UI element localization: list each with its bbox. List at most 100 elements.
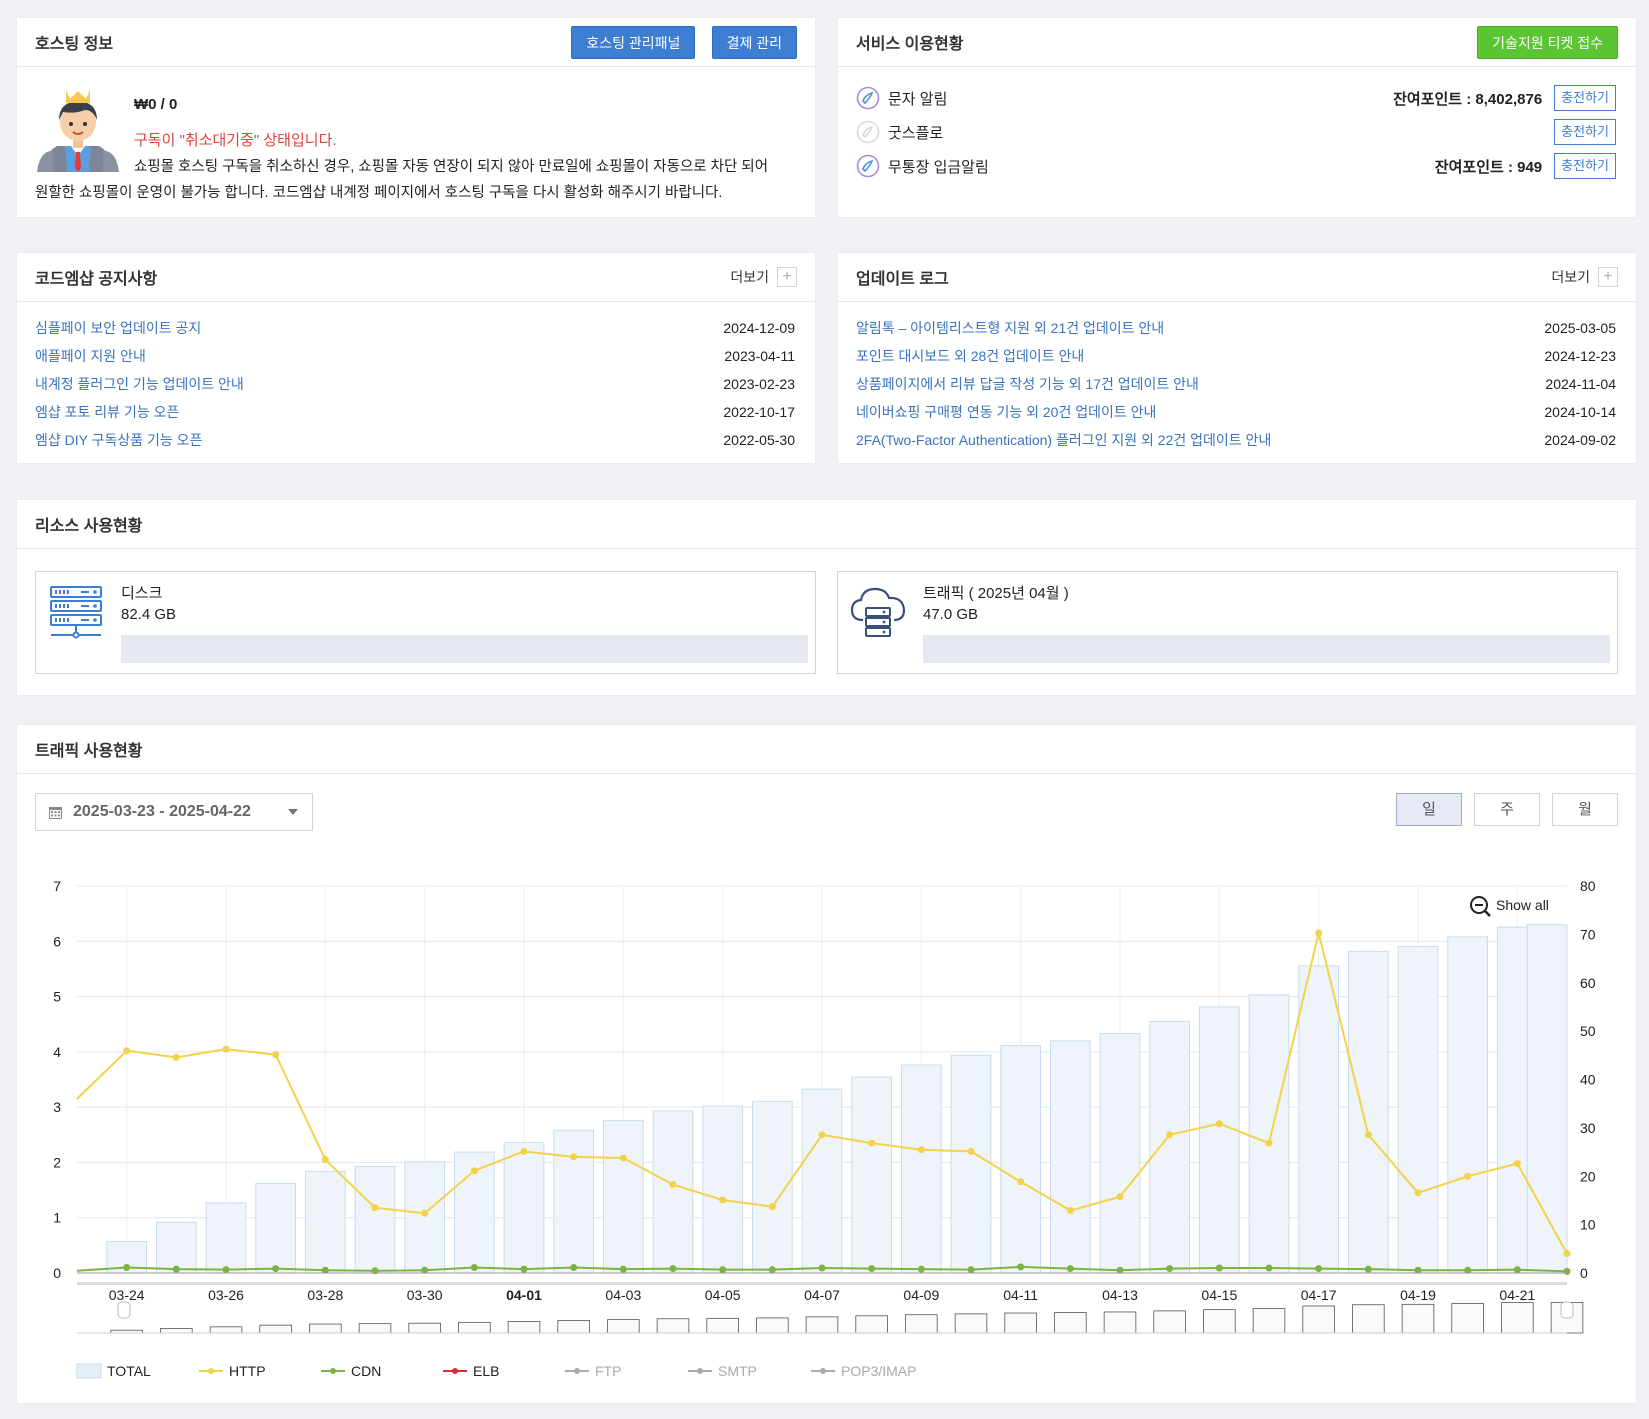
update-header: 업데이트 로그 더보기 +	[838, 253, 1636, 302]
charge-button[interactable]: 충전하기	[1554, 119, 1616, 145]
update-list: 알림톡 – 아이템리스트형 지원 외 21건 업데이트 안내 2025-03-05…	[856, 314, 1616, 454]
notice-more-button[interactable]: 더보기 +	[730, 267, 797, 287]
list-item: 상품페이지에서 리뷰 답글 작성 기능 외 17건 업데이트 안내 2024-11…	[856, 370, 1616, 398]
service-row-left: 굿스플로	[856, 120, 943, 144]
list-item: 포인트 대시보드 외 28건 업데이트 안내 2024-12-23	[856, 342, 1616, 370]
plus-icon: +	[777, 267, 797, 287]
resource-title: 리소스 사용현황	[35, 518, 143, 535]
list-item-date: 2023-04-11	[724, 348, 795, 364]
support-ticket-button[interactable]: 기술지원 티켓 접수	[1477, 25, 1618, 59]
list-item-date: 2024-10-14	[1544, 404, 1616, 420]
list-item-date: 2024-11-04	[1545, 376, 1616, 392]
service-row-right: 잔여포인트 : 949 충전하기	[1435, 153, 1616, 179]
deposit-alert-icon	[856, 154, 880, 178]
list-item: 엠샵 포토 리뷰 기능 오픈 2022-10-17	[35, 398, 795, 426]
list-item-link[interactable]: 네이버쇼핑 구매평 연동 기능 외 20건 업데이트 안내	[856, 402, 1156, 422]
traffic-title: 트래픽 사용현황	[35, 743, 143, 760]
sms-icon	[856, 86, 880, 110]
period-toggle: 일 주 월	[1384, 793, 1618, 826]
notice-more-label: 더보기	[730, 269, 769, 285]
server-icon	[50, 586, 102, 639]
period-month-button[interactable]: 월	[1552, 793, 1618, 826]
list-item: 내계정 플러그인 기능 업데이트 안내 2023-02-23	[35, 370, 795, 398]
service-row: 무통장 입금알림 잔여포인트 : 949 충전하기	[856, 149, 1616, 183]
caret-down-icon	[288, 809, 298, 815]
list-item: 엠샵 DIY 구독상품 기능 오픈 2022-05-30	[35, 426, 795, 454]
update-title: 업데이트 로그	[856, 271, 949, 288]
traffic-card: 트래픽 ( 2025년 04월 ) 47.0 GB	[837, 571, 1618, 674]
service-row-right: 충전하기	[1542, 119, 1616, 145]
disk-value: 82.4 GB	[121, 606, 177, 623]
list-item-link[interactable]: 애플페이 지원 안내	[35, 346, 146, 366]
disk-usage-bar	[121, 635, 808, 663]
service-points: 잔여포인트 : 8,402,876	[1393, 90, 1543, 108]
service-list: 문자 알림 잔여포인트 : 8,402,876 충전하기 굿스플로 충전하기 무통장 입금…	[856, 81, 1616, 183]
list-item-date: 2023-02-23	[723, 376, 795, 392]
list-item-date: 2024-12-09	[723, 320, 795, 336]
resource-header: 리소스 사용현황	[17, 500, 1636, 549]
date-range-picker[interactable]: 2025-03-23 - 2025-04-22	[35, 793, 313, 831]
list-item-date: 2022-10-17	[723, 404, 795, 420]
traffic-value: 47.0 GB	[923, 606, 979, 623]
date-range-text: 2025-03-23 - 2025-04-22	[73, 803, 251, 820]
traffic-usage-bar	[923, 635, 1610, 663]
disk-label: 디스크	[121, 585, 163, 602]
list-item-link[interactable]: 2FA(Two-Factor Authentication) 플러그인 지원 외…	[856, 430, 1271, 450]
resource-panel: 리소스 사용현황 디스크 82.4 GB 트래픽 (2025년 04월) 4…	[17, 500, 1636, 695]
notice-list: 심플페이 보안 업데이트 공지 2024-12-09 애플페이 지원 안내 2023-…	[35, 314, 795, 454]
hosting-balance: ₩0 / 0	[134, 96, 178, 113]
service-header: 서비스 이용현황 기술지원 티켓 접수	[838, 18, 1636, 67]
service-row: 문자 알림 잔여포인트 : 8,402,876 충전하기	[856, 81, 1616, 115]
traffic-header: 트래픽 사용현황	[17, 725, 1636, 774]
period-day-button[interactable]: 일	[1396, 793, 1462, 826]
list-item-date: 2024-12-23	[1544, 348, 1616, 364]
notice-panel: 코드엠샵 공지사항 더보기 + 심플페이 보안 업데이트 공지 2024-12-09…	[17, 253, 815, 463]
hosting-header: 호스팅 정보 호스팅 관리패널 결제 관리	[17, 18, 815, 67]
service-name: 굿스플로	[888, 124, 944, 142]
cloud-server-icon	[850, 587, 906, 637]
traffic-label: 트래픽 ( 2025년 04월 )	[923, 585, 1069, 602]
list-item-link[interactable]: 내계정 플러그인 기능 업데이트 안내	[35, 374, 244, 394]
payment-button[interactable]: 결제 관리	[711, 25, 797, 59]
list-item: 심플페이 보안 업데이트 공지 2024-12-09	[35, 314, 795, 342]
service-row-right: 잔여포인트 : 8,402,876 충전하기	[1393, 85, 1616, 111]
hosting-description-line1: 쇼핑몰 호스팅 구독을 취소하신 경우, 쇼핑몰 자동 연장이 되지 않아 만료…	[134, 159, 769, 175]
list-item-link[interactable]: 심플페이 보안 업데이트 공지	[35, 318, 201, 338]
service-title: 서비스 이용현황	[856, 36, 964, 53]
hosting-description-line2: 원할한 쇼핑몰이 운영이 불가능 합니다. 코드엠샵 내계정 페이지에서 호스팅…	[35, 185, 723, 201]
charge-button[interactable]: 충전하기	[1554, 153, 1616, 179]
service-row-left: 무통장 입금알림	[856, 154, 989, 178]
goodsflow-icon	[856, 120, 880, 144]
update-panel: 업데이트 로그 더보기 + 알림톡 – 아이템리스트형 지원 외 21건 업데이트…	[838, 253, 1636, 463]
period-week-button[interactable]: 주	[1474, 793, 1540, 826]
plus-icon: +	[1598, 267, 1618, 287]
update-more-label: 더보기	[1551, 269, 1590, 285]
hosting-title: 호스팅 정보	[35, 36, 114, 53]
list-item-link[interactable]: 엠샵 DIY 구독상품 기능 오픈	[35, 430, 202, 450]
list-item-date: 2024-09-02	[1544, 432, 1616, 448]
service-name: 무통장 입금알림	[888, 158, 989, 176]
hosting-panel: 호스팅 정보 호스팅 관리패널 결제 관리 ₩0 / 0 구독이 "취소대기중"…	[17, 18, 815, 217]
user-avatar-icon	[37, 90, 119, 172]
list-item-link[interactable]: 알림톡 – 아이템리스트형 지원 외 21건 업데이트 안내	[856, 318, 1164, 338]
hosting-panel-button[interactable]: 호스팅 관리패널	[571, 25, 696, 59]
list-item: 네이버쇼핑 구매평 연동 기능 외 20건 업데이트 안내 2024-10-14	[856, 398, 1616, 426]
service-points: 잔여포인트 : 949	[1434, 158, 1543, 176]
list-item-date: 2022-05-30	[723, 432, 795, 448]
list-item: 애플페이 지원 안내 2023-04-11	[35, 342, 795, 370]
list-item-date: 2025-03-05	[1544, 320, 1616, 336]
notice-title: 코드엠샵 공지사항	[35, 271, 158, 288]
service-row-left: 문자 알림	[856, 86, 947, 110]
list-item-link[interactable]: 엠샵 포토 리뷰 기능 오픈	[35, 402, 179, 422]
charge-button[interactable]: 충전하기	[1554, 85, 1616, 111]
list-item: 2FA(Two-Factor Authentication) 플러그인 지원 외…	[856, 426, 1616, 454]
service-row: 굿스플로 충전하기	[856, 115, 1616, 149]
hosting-status-message: 구독이 "취소대기중" 상태입니다.	[134, 132, 337, 149]
update-more-button[interactable]: 더보기 +	[1551, 267, 1618, 287]
list-item-link[interactable]: 포인트 대시보드 외 28건 업데이트 안내	[856, 346, 1084, 366]
calendar-icon	[49, 806, 62, 819]
list-item-link[interactable]: 상품페이지에서 리뷰 답글 작성 기능 외 17건 업데이트 안내	[856, 374, 1199, 394]
service-panel: 서비스 이용현황 기술지원 티켓 접수 문자 알림 잔여포인트 : 8,402,8…	[838, 18, 1636, 217]
disk-card: 디스크 82.4 GB	[35, 571, 816, 674]
list-item: 알림톡 – 아이템리스트형 지원 외 21건 업데이트 안내 2025-03-05	[856, 314, 1616, 342]
